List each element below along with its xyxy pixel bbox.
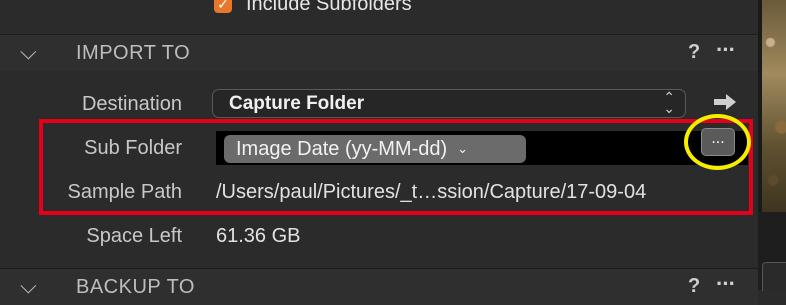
chevron-down-icon[interactable]: ⌵ xyxy=(20,39,37,65)
more-options-button[interactable]: ··· xyxy=(716,271,736,297)
highlight-circle xyxy=(684,114,751,170)
photo-thumbnail xyxy=(758,0,786,212)
include-subfolders-checkbox[interactable]: ✓ xyxy=(214,0,232,13)
arrow-right-icon[interactable] xyxy=(712,92,738,112)
chevron-down-icon[interactable]: ⌵ xyxy=(20,273,37,299)
help-button[interactable]: ? xyxy=(688,275,700,298)
select-updown-icon: ⌃ ⌄ xyxy=(663,89,675,116)
side-panel-button[interactable] xyxy=(762,262,786,291)
destination-label: Destination xyxy=(81,93,182,115)
import-to-title: IMPORT TO xyxy=(76,42,191,64)
destination-value: Capture Folder xyxy=(229,93,365,114)
import-panel: ✓ Include Subfolders ⌵ IMPORT TO ? ··· D… xyxy=(0,0,758,305)
backup-to-title: BACKUP TO xyxy=(76,276,195,298)
backup-to-header[interactable]: ⌵ BACKUP TO ? ··· xyxy=(0,268,758,305)
more-options-button[interactable]: ··· xyxy=(716,37,736,63)
space-left-value: 61.36 GB xyxy=(216,225,301,247)
include-subfolders-label: Include Subfolders xyxy=(246,0,412,15)
space-left-label: Space Left xyxy=(86,225,182,247)
include-subfolders-row[interactable]: ✓ Include Subfolders xyxy=(214,0,412,16)
destination-select[interactable]: Capture Folder ⌃ ⌄ xyxy=(212,89,686,118)
help-button[interactable]: ? xyxy=(688,41,700,64)
import-to-header[interactable]: ⌵ IMPORT TO ? ··· xyxy=(0,34,758,71)
highlight-box xyxy=(39,119,753,215)
